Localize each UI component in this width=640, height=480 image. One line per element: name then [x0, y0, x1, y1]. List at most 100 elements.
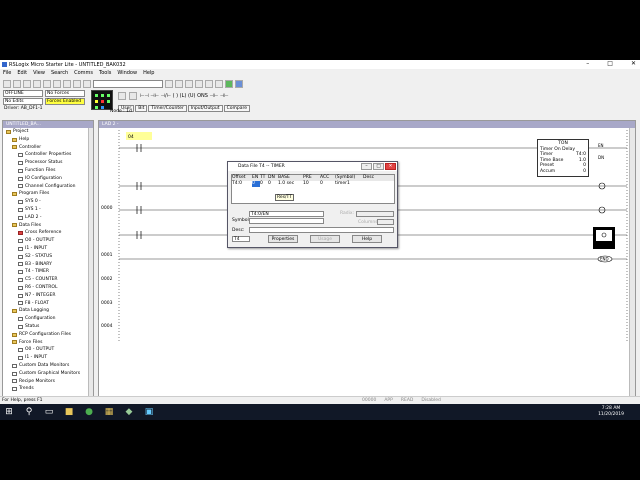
radix-select[interactable] [356, 211, 394, 217]
tree-item[interactable]: Data Logging [3, 307, 93, 315]
tree-item[interactable]: LAD 2 - [3, 214, 93, 222]
tree-item[interactable]: Status [3, 323, 93, 331]
forces-status[interactable]: No Forces [45, 90, 85, 97]
tree-item[interactable]: Program Files [3, 190, 93, 198]
address-field[interactable]: T4:0/EN [249, 211, 324, 217]
tree-item[interactable]: Project [3, 128, 93, 136]
zoom-out-icon[interactable] [185, 79, 193, 88]
tree-item[interactable]: N7 - INTEGER [3, 292, 93, 300]
tree-item[interactable]: RCP Configuration Files [3, 331, 93, 339]
tree-item[interactable]: Channel Configuration [3, 183, 93, 191]
tree-item[interactable]: Custom Graphical Monitors [3, 370, 93, 378]
system-clock[interactable]: 7:28 AM 11/20/2019 [598, 406, 624, 418]
menu-tools[interactable]: Tools [99, 70, 111, 76]
file-spinner[interactable]: T4 [232, 236, 250, 242]
tree-item[interactable]: Force Files [3, 339, 93, 347]
forces-enabled-status[interactable]: Forces Enabled [45, 98, 85, 105]
tree-item[interactable]: Controller Properties [3, 151, 93, 159]
windows-start-icon[interactable]: ⊞ [4, 407, 14, 417]
cell-dn[interactable]: 0 [268, 181, 278, 187]
tree-item[interactable]: Help [3, 136, 93, 144]
close-button[interactable]: ✕ [631, 60, 636, 67]
symbol-field[interactable] [249, 218, 324, 224]
tab-compare[interactable]: Compare [223, 105, 250, 112]
help-button[interactable]: Help [352, 235, 382, 243]
task-view-icon[interactable]: ▭ [44, 407, 54, 417]
maximize-button[interactable]: □ [607, 60, 613, 67]
tree-item[interactable]: I1 - INPUT [3, 245, 93, 253]
tree-item[interactable]: Controller [3, 144, 93, 152]
cell-desc[interactable] [363, 181, 378, 187]
tree-item[interactable]: I1 - INPUT [3, 354, 93, 362]
tree-item[interactable]: T4 - TIMER [3, 268, 93, 276]
search-icon[interactable]: ⚲ [24, 407, 34, 417]
verify-icon[interactable] [195, 79, 203, 88]
menu-comms[interactable]: Comms [74, 70, 93, 76]
paste-icon[interactable] [63, 79, 71, 88]
ton-timer-block[interactable]: TON Timer On Delay Timer T4:0 Time Base 1.… [537, 139, 589, 177]
tree-item[interactable]: Configuration [3, 315, 93, 323]
verify-file-icon[interactable] [205, 79, 213, 88]
tree-item[interactable]: Custom Data Monitors [3, 362, 93, 370]
file-explorer-icon[interactable]: ■ [64, 407, 74, 417]
open-icon[interactable] [13, 79, 21, 88]
tree-item[interactable]: O0 - OUTPUT [3, 346, 93, 354]
menu-view[interactable]: View [33, 70, 45, 76]
new-icon[interactable] [3, 79, 11, 88]
desc-field[interactable] [249, 227, 394, 233]
cell-pre[interactable]: 10 [303, 181, 320, 187]
table-row[interactable]: T4:0 0 0 0 1.0 sec 10 0 timer1 [232, 181, 394, 187]
cell-en[interactable]: 0 [252, 181, 260, 187]
tab-input-output[interactable]: Input/Output [187, 105, 223, 112]
print-icon[interactable] [33, 79, 41, 88]
dialog-maximize-button[interactable]: □ [373, 163, 384, 170]
tree-item[interactable]: IO Configuration [3, 175, 93, 183]
chrome-icon[interactable]: ● [84, 407, 94, 417]
tree-item[interactable]: Function Files [3, 167, 93, 175]
tree-item[interactable]: Cross Reference [3, 229, 93, 237]
tree-item[interactable]: O0 - OUTPUT [3, 237, 93, 245]
dialog-close-button[interactable]: ✕ [385, 163, 396, 170]
usage-button[interactable]: Usage [310, 235, 340, 243]
tree-item[interactable]: Data Files [3, 222, 93, 230]
rung-number[interactable]: 0001 [101, 253, 112, 258]
cut-icon[interactable] [43, 79, 51, 88]
dialog-minimize-button[interactable]: – [361, 163, 372, 170]
app-icon-3[interactable]: ▣ [144, 407, 154, 417]
undo-icon[interactable] [73, 79, 81, 88]
find-icon[interactable] [165, 79, 173, 88]
tree-item[interactable]: Recipe Monitors [3, 378, 93, 386]
ladder-instructions-icons[interactable]: ⊢⊣ ⊣⊢ ⊣/⊢ ( ) (L) (U) ONS ⊣⊢ ⊣⊢ [140, 93, 229, 99]
tree-item[interactable]: SYS 1 - [3, 206, 93, 214]
tree-item[interactable]: R6 - CONTROL [3, 284, 93, 292]
tree-item[interactable]: S2 - STATUS [3, 253, 93, 261]
nav-right-icon[interactable] [129, 92, 137, 100]
menu-search[interactable]: Search [51, 70, 68, 76]
rung-number[interactable]: 0000 [101, 206, 112, 211]
cell-tt[interactable]: 0 [260, 181, 268, 187]
tree-item[interactable]: SYS 0 - [3, 198, 93, 206]
cell-base[interactable]: 1.0 sec [278, 181, 303, 187]
verify-project-icon[interactable] [215, 79, 223, 88]
menu-edit[interactable]: Edit [17, 70, 27, 76]
app-icon-2[interactable]: ◆ [124, 407, 134, 417]
menu-help[interactable]: Help [143, 70, 154, 76]
menu-window[interactable]: Window [117, 70, 137, 76]
tree-item[interactable]: B3 - BINARY [3, 261, 93, 269]
tree-item[interactable]: Trends [3, 385, 93, 393]
tree-item[interactable]: C5 - COUNTER [3, 276, 93, 284]
tree-item[interactable]: F8 - FLOAT [3, 300, 93, 308]
tree-item[interactable]: Processor Status [3, 159, 93, 167]
edits-status[interactable]: No Edits [3, 98, 43, 105]
zoom-in-icon[interactable] [175, 79, 183, 88]
cell-symbol[interactable]: timer1 [335, 181, 363, 187]
rung-number[interactable]: 0002 [101, 277, 112, 282]
mode-status[interactable]: OFFLINE [3, 90, 43, 97]
rung-number[interactable]: 0004 [101, 324, 112, 329]
redo-icon[interactable] [83, 79, 91, 88]
minimize-button[interactable]: – [586, 60, 589, 67]
rslogix-icon[interactable]: ▦ [104, 407, 114, 417]
help-icon[interactable] [235, 79, 243, 88]
columns-select[interactable] [377, 219, 394, 225]
cell-acc[interactable]: 0 [320, 181, 335, 187]
